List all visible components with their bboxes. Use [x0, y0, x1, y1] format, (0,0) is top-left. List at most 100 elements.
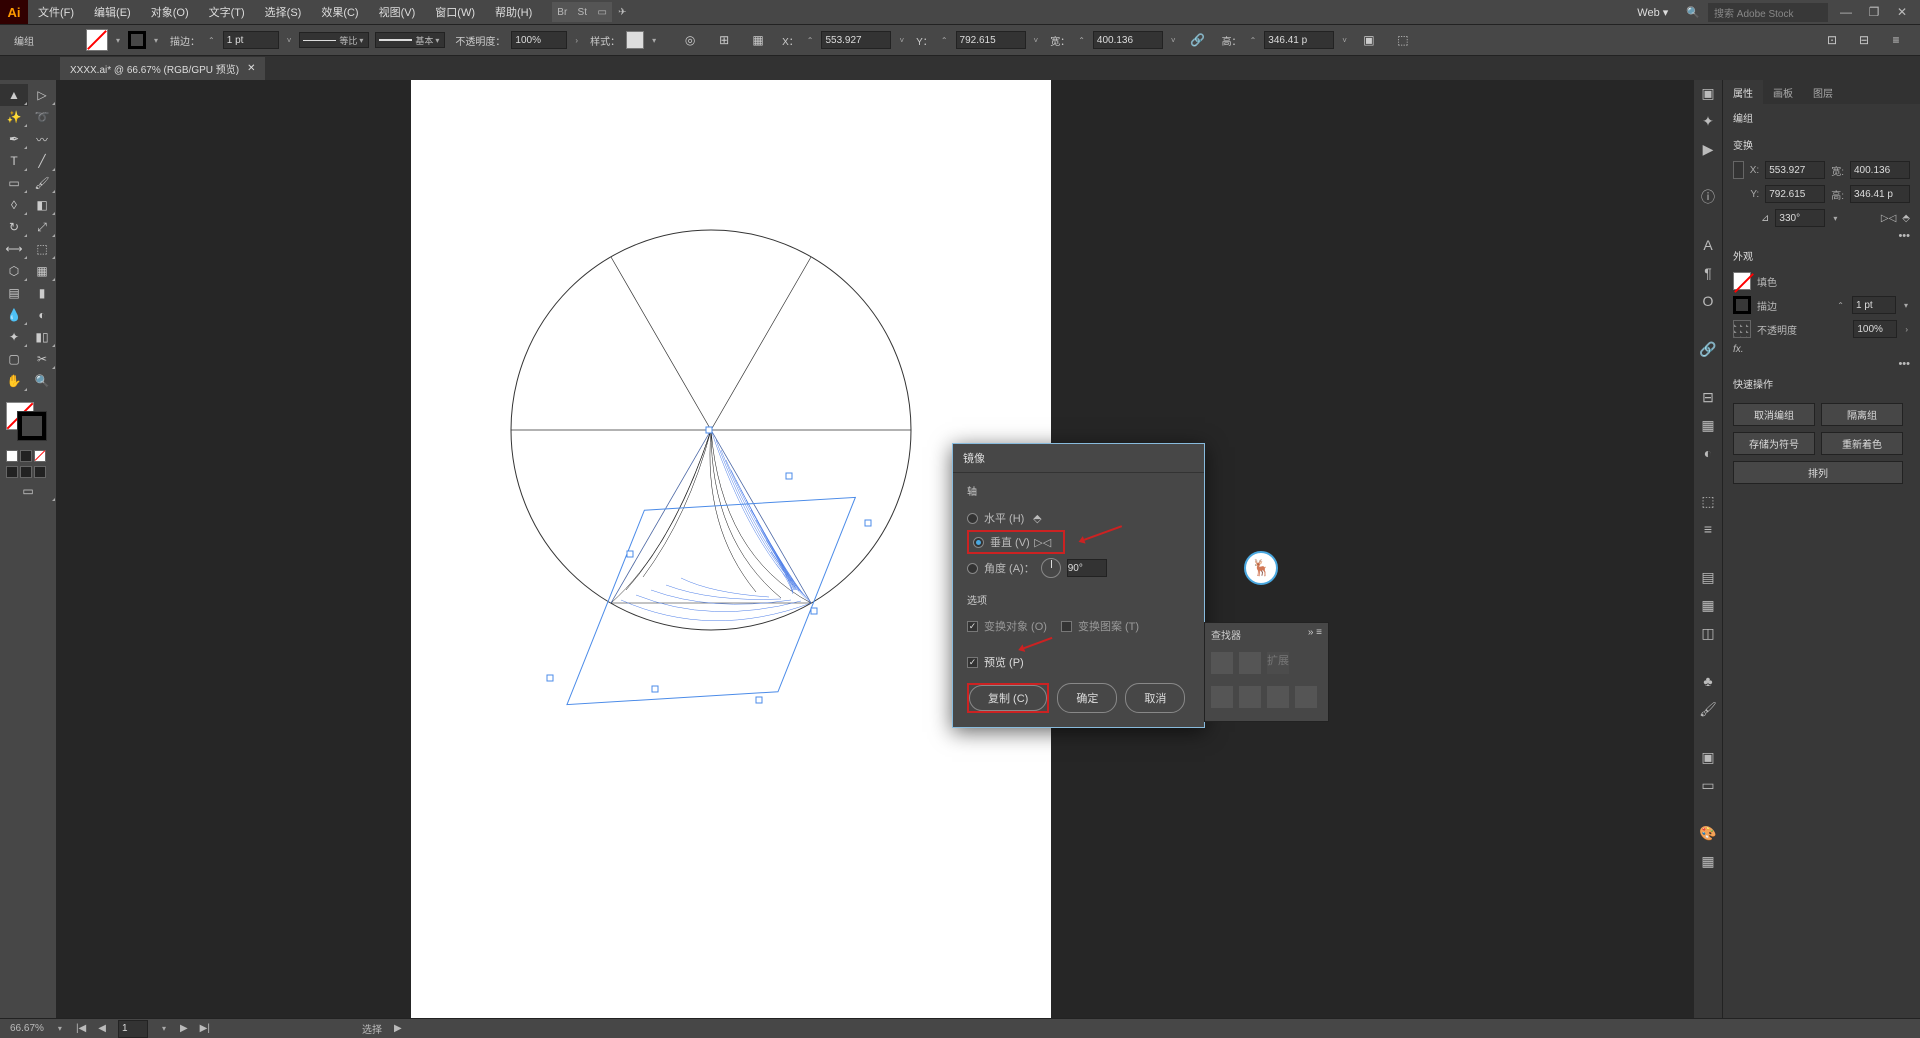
- save-symbol-button[interactable]: 存储为符号: [1733, 432, 1815, 455]
- envelope-icon[interactable]: ⬚: [1389, 29, 1417, 51]
- zoom-tool[interactable]: 🔍: [28, 370, 56, 392]
- pathfinder-divide-icon[interactable]: [1211, 686, 1233, 708]
- swatches-panel-icon[interactable]: ▦: [1699, 852, 1717, 870]
- zoom-level[interactable]: 66.67%: [10, 1023, 44, 1034]
- eraser-tool[interactable]: ◧: [28, 194, 56, 216]
- opentype-icon[interactable]: O: [1699, 292, 1717, 310]
- recolor-button[interactable]: 重新着色: [1821, 432, 1903, 455]
- props-x-input[interactable]: [1765, 161, 1825, 179]
- link-wh-icon[interactable]: 🔗: [1184, 29, 1212, 51]
- stock-icon[interactable]: St: [572, 2, 592, 22]
- props-fill-swatch[interactable]: [1733, 272, 1751, 290]
- search-icon[interactable]: 🔍: [1686, 6, 1700, 19]
- menu-window[interactable]: 窗口(W): [425, 0, 485, 24]
- info-icon[interactable]: ⓘ: [1699, 188, 1717, 206]
- brush-definition[interactable]: 基本▾: [375, 32, 445, 48]
- artboards-panel-icon[interactable]: ▭: [1699, 776, 1717, 794]
- gpu-icon[interactable]: ✈: [612, 2, 632, 22]
- transparency-panel-icon[interactable]: ◐: [1699, 444, 1717, 462]
- menu-type[interactable]: 文字(T): [199, 0, 255, 24]
- line-segment-tool[interactable]: ╱: [28, 150, 56, 172]
- tab-properties[interactable]: 属性: [1723, 80, 1763, 104]
- draw-behind-icon[interactable]: [20, 466, 32, 478]
- menu-view[interactable]: 视图(V): [369, 0, 426, 24]
- angle-knob-icon[interactable]: [1041, 558, 1061, 578]
- rotate-tool[interactable]: ↻: [0, 216, 28, 238]
- panel-icon-2[interactable]: ⊟: [1850, 29, 1878, 51]
- hand-tool[interactable]: ✋: [0, 370, 28, 392]
- preview-checkbox[interactable]: [967, 657, 978, 668]
- pathfinder-trim-icon[interactable]: [1239, 686, 1261, 708]
- recolor-artwork-icon[interactable]: ◎: [676, 29, 704, 51]
- align-icon[interactable]: ⊞: [710, 29, 738, 51]
- curvature-tool[interactable]: 〰: [28, 128, 56, 150]
- pathfinder-unite-icon[interactable]: [1211, 652, 1233, 674]
- props-opacity-input[interactable]: [1853, 320, 1897, 338]
- copy-button[interactable]: 复制 (C): [969, 685, 1047, 711]
- h-input[interactable]: [1264, 31, 1334, 49]
- bridge-icon[interactable]: Br: [552, 2, 572, 22]
- canvas[interactable]: 🦌 镜像 轴 水平 (H) ⬘ 垂直 (V) ▷◁ 角度 (: [56, 80, 1694, 1018]
- status-menu-icon[interactable]: ▶: [394, 1023, 402, 1034]
- pathfinder-minus-icon[interactable]: [1239, 652, 1261, 674]
- blend-tool[interactable]: ◐: [28, 304, 56, 326]
- radio-vertical-input[interactable]: [973, 537, 984, 548]
- fill-stroke-swap[interactable]: [0, 398, 56, 448]
- appearance-icon[interactable]: ⬚: [1699, 492, 1717, 510]
- menu-edit[interactable]: 编辑(E): [84, 0, 141, 24]
- gradient-tool[interactable]: ▮: [28, 282, 56, 304]
- direct-selection-tool[interactable]: ▷: [28, 84, 56, 106]
- transform-more-icon[interactable]: •••: [1723, 230, 1920, 242]
- transform-panel-icon[interactable]: ▦: [1699, 596, 1717, 614]
- eyedropper-tool[interactable]: 💧: [0, 304, 28, 326]
- close-icon[interactable]: ✕: [1892, 5, 1912, 19]
- none-mode-icon[interactable]: [34, 450, 46, 462]
- flip-horizontal-icon[interactable]: ▷◁: [1881, 213, 1896, 224]
- props-w-input[interactable]: [1850, 161, 1910, 179]
- selection-tool[interactable]: ▲: [0, 84, 28, 106]
- pathfinder-panel-icon[interactable]: ◫: [1699, 624, 1717, 642]
- menu-file[interactable]: 文件(F): [28, 0, 84, 24]
- restore-icon[interactable]: ❐: [1864, 5, 1884, 19]
- menu-object[interactable]: 对象(O): [141, 0, 199, 24]
- perspective-grid-tool[interactable]: ▦: [28, 260, 56, 282]
- radio-vertical[interactable]: 垂直 (V) ▷◁: [967, 530, 1065, 554]
- stroke-panel-icon[interactable]: ⊟: [1699, 388, 1717, 406]
- nav-last-icon[interactable]: ▶|: [200, 1023, 210, 1034]
- panel-icon-1[interactable]: ⊡: [1818, 29, 1846, 51]
- panel-menu-icon[interactable]: ≡: [1882, 29, 1910, 51]
- stroke-swatch[interactable]: [128, 31, 146, 49]
- slice-tool[interactable]: ✂: [28, 348, 56, 370]
- rectangle-tool[interactable]: ▭: [0, 172, 28, 194]
- libraries-icon[interactable]: ✦: [1699, 112, 1717, 130]
- symbols-icon[interactable]: ♣: [1699, 672, 1717, 690]
- character-icon[interactable]: A: [1699, 236, 1717, 254]
- appearance-more-icon[interactable]: •••: [1723, 358, 1920, 370]
- document-tab[interactable]: XXXX.ai* @ 66.67% (RGB/GPU 预览) ✕: [60, 57, 265, 80]
- scale-tool[interactable]: ⤢: [28, 216, 56, 238]
- arrange-icon[interactable]: ▭: [592, 2, 612, 22]
- search-input[interactable]: 搜索 Adobe Stock: [1708, 3, 1828, 22]
- angle-input[interactable]: [1067, 559, 1107, 577]
- shaper-tool[interactable]: ◊: [0, 194, 28, 216]
- brushes-icon[interactable]: 🖌: [1699, 700, 1717, 718]
- ungroup-button[interactable]: 取消编组: [1733, 403, 1815, 426]
- radio-angle[interactable]: 角度 (A)：: [967, 554, 1190, 582]
- actions-icon[interactable]: ▶: [1699, 140, 1717, 158]
- gradient-mode-icon[interactable]: [20, 450, 32, 462]
- type-tool[interactable]: T: [0, 150, 28, 172]
- stroke-color-swatch[interactable]: [18, 412, 46, 440]
- minimize-icon[interactable]: —: [1836, 5, 1856, 19]
- rotate-input[interactable]: [1775, 209, 1825, 227]
- radio-horizontal[interactable]: 水平 (H) ⬘: [967, 506, 1190, 530]
- align-panel-icon[interactable]: ▤: [1699, 568, 1717, 586]
- menu-help[interactable]: 帮助(H): [485, 0, 542, 24]
- mesh-tool[interactable]: ▤: [0, 282, 28, 304]
- props-stroke-weight[interactable]: [1852, 296, 1896, 314]
- variable-width-profile[interactable]: 等比▾: [299, 32, 369, 48]
- props-h-input[interactable]: [1850, 185, 1910, 203]
- paragraph-icon[interactable]: ¶: [1699, 264, 1717, 282]
- nav-first-icon[interactable]: |◀: [76, 1023, 86, 1034]
- width-tool[interactable]: ⟷: [0, 238, 28, 260]
- ok-button[interactable]: 确定: [1057, 683, 1117, 713]
